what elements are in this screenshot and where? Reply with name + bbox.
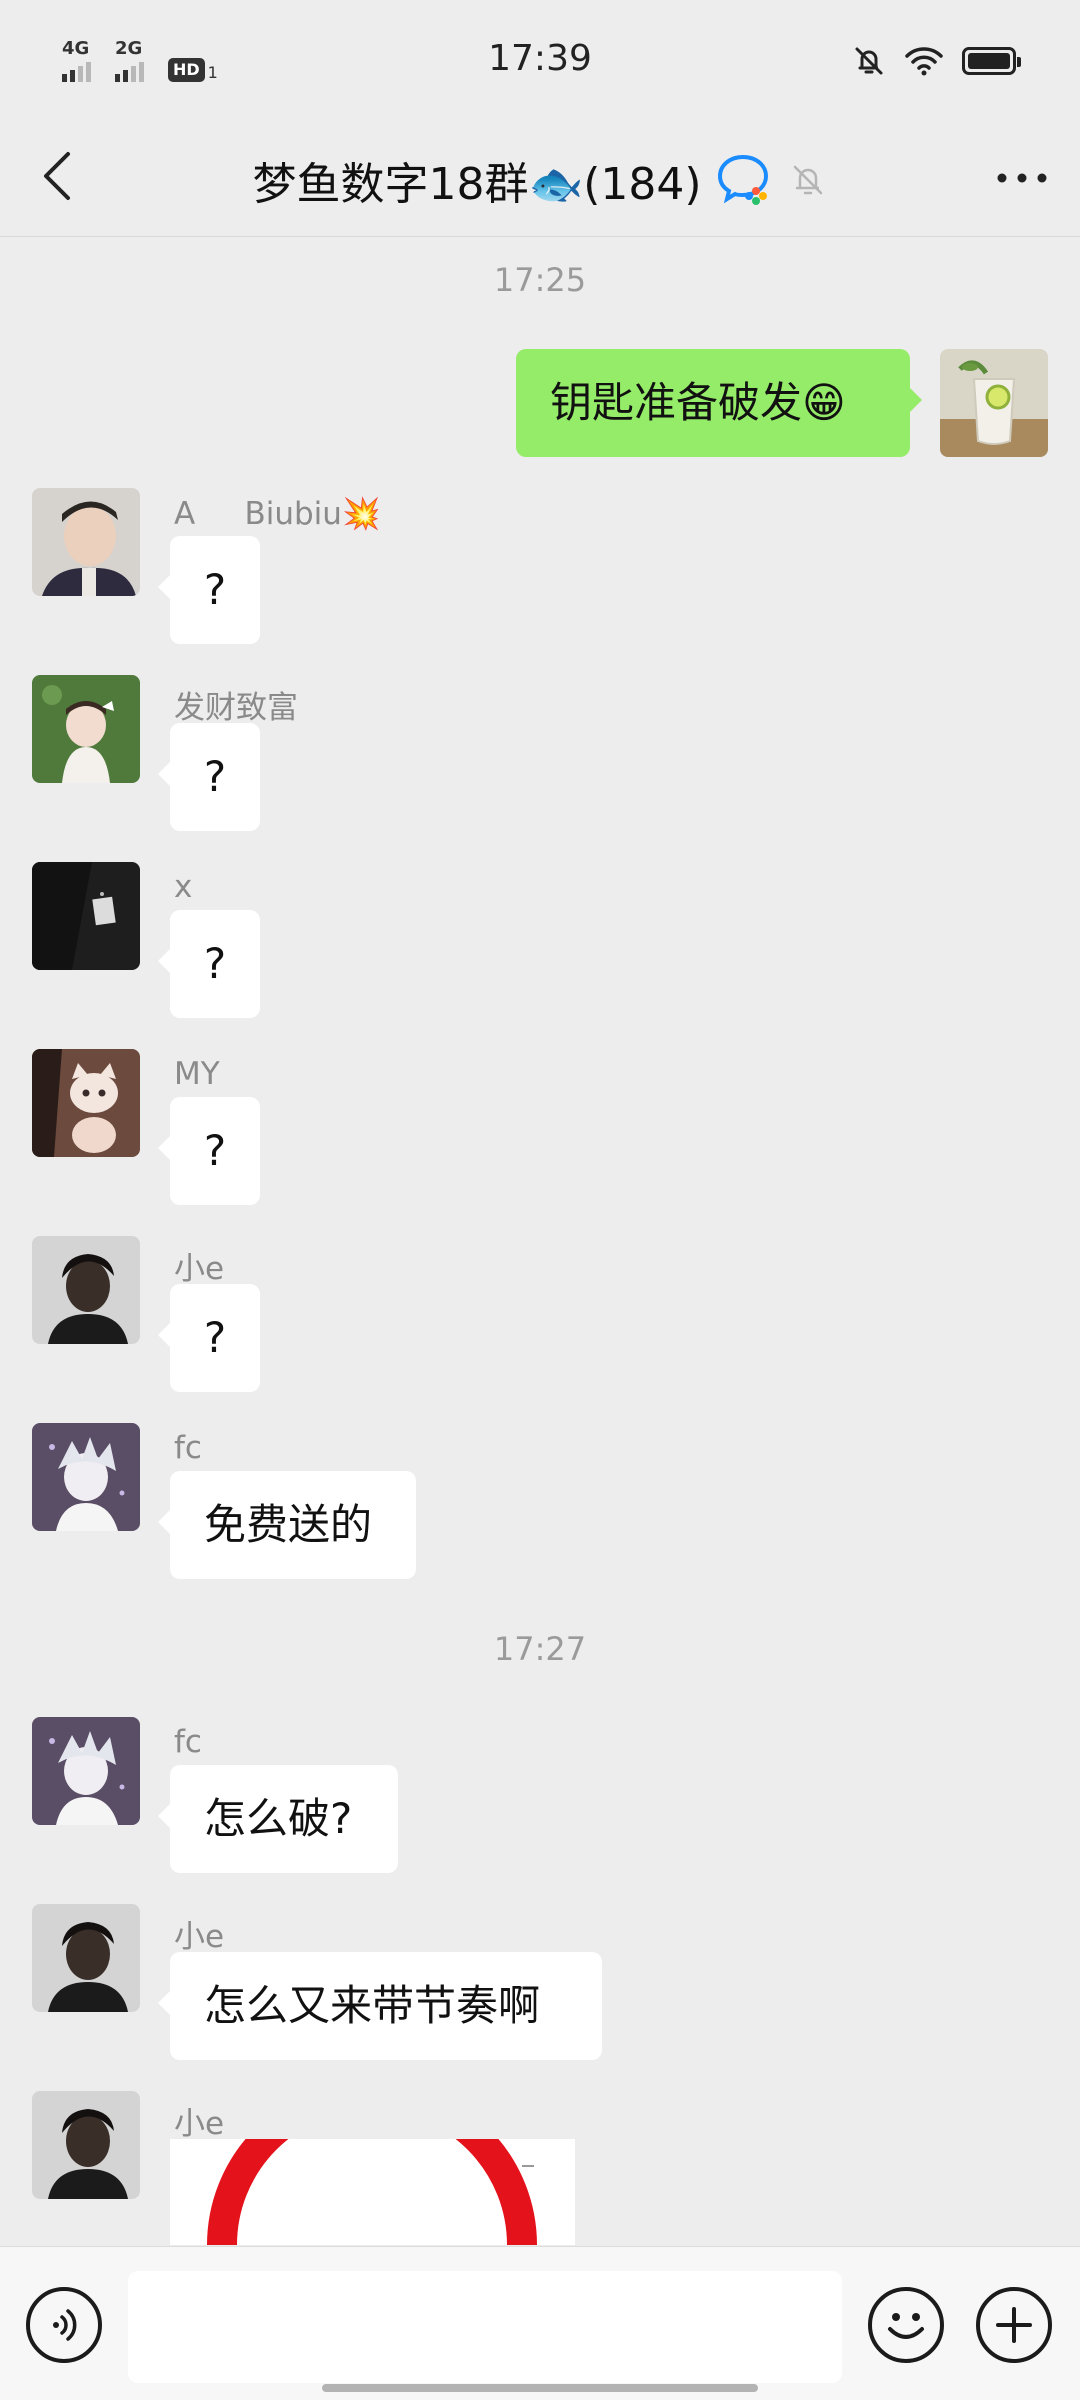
mute-bell-icon <box>793 165 822 195</box>
message-bubble[interactable]: ? <box>158 723 260 831</box>
prohibition-sign-icon <box>170 2139 575 2245</box>
voice-icon[interactable] <box>26 2287 102 2363</box>
my-avatar[interactable] <box>940 349 1048 457</box>
sender-name: A Biubiu💥 <box>174 496 381 532</box>
sender-avatar[interactable] <box>32 1904 140 2012</box>
more-dots-icon[interactable] <box>992 150 1052 206</box>
back-arrow-icon[interactable] <box>30 144 90 208</box>
sender-avatar[interactable] <box>32 1423 140 1531</box>
message-bubble[interactable]: 怎么又来带节奏啊 <box>158 1952 602 2060</box>
message-bubble[interactable]: 免费送的 <box>158 1471 416 1579</box>
sender-avatar[interactable] <box>32 1236 140 1344</box>
message-bubble[interactable]: ? <box>158 536 260 644</box>
sender-name: fc <box>174 1430 202 1466</box>
title-area[interactable]: 梦鱼数字18群🐟(184) <box>150 148 930 212</box>
sender-avatar[interactable] <box>32 2091 140 2199</box>
sender-avatar[interactable] <box>32 1717 140 1825</box>
timestamp: 17:25 <box>493 261 587 299</box>
sender-avatar[interactable] <box>32 675 140 783</box>
home-indicator[interactable] <box>322 2384 758 2392</box>
sender-name: 小e <box>174 2106 225 2142</box>
input-bar <box>0 2246 1080 2400</box>
chat-header: 梦鱼数字18群🐟(184) <box>0 120 1080 237</box>
message-bubble[interactable]: ? <box>158 910 260 1018</box>
timestamp: 17:27 <box>493 1630 587 1668</box>
sender-name: x <box>174 869 193 905</box>
outgoing-message-bubble[interactable]: 钥匙准备破发😁 <box>516 349 922 457</box>
sender-name: fc <box>174 1724 202 1760</box>
message-bubble[interactable]: 怎么破? <box>158 1765 398 1873</box>
status-icons <box>852 44 1021 78</box>
sender-avatar[interactable] <box>32 862 140 970</box>
sender-avatar[interactable] <box>32 488 140 596</box>
sender-name: MY <box>174 1056 220 1092</box>
sender-name: 发财致富 <box>174 690 298 726</box>
wecom-group-icon <box>717 154 768 205</box>
status-bar: 4G 2G HD 1 17:39 <box>0 0 1080 120</box>
sender-avatar[interactable] <box>32 1049 140 1157</box>
chat-screen: 4G 2G HD 1 17:39 梦鱼数字18群🐟(184) 17:25 钥匙准… <box>0 0 1080 2400</box>
message-bubble[interactable]: ? <box>158 1284 260 1392</box>
wifi-icon <box>905 47 943 76</box>
plus-icon[interactable] <box>976 2287 1052 2363</box>
message-bubble[interactable]: ? <box>158 1097 260 1205</box>
bell-off-icon <box>855 47 883 75</box>
image-message[interactable] <box>170 2139 575 2245</box>
page-title: 梦鱼数字18群🐟(184) <box>252 159 702 210</box>
message-list[interactable]: 17:25 钥匙准备破发😁 A Biubiu💥 ? 发财致富 ? x ? MY … <box>0 237 1080 2245</box>
emoji-icon[interactable] <box>868 2287 944 2363</box>
sender-name: 小e <box>174 1251 225 1287</box>
message-input[interactable] <box>128 2271 842 2383</box>
sender-name: 小e <box>174 1919 225 1955</box>
battery-icon <box>962 47 1021 75</box>
